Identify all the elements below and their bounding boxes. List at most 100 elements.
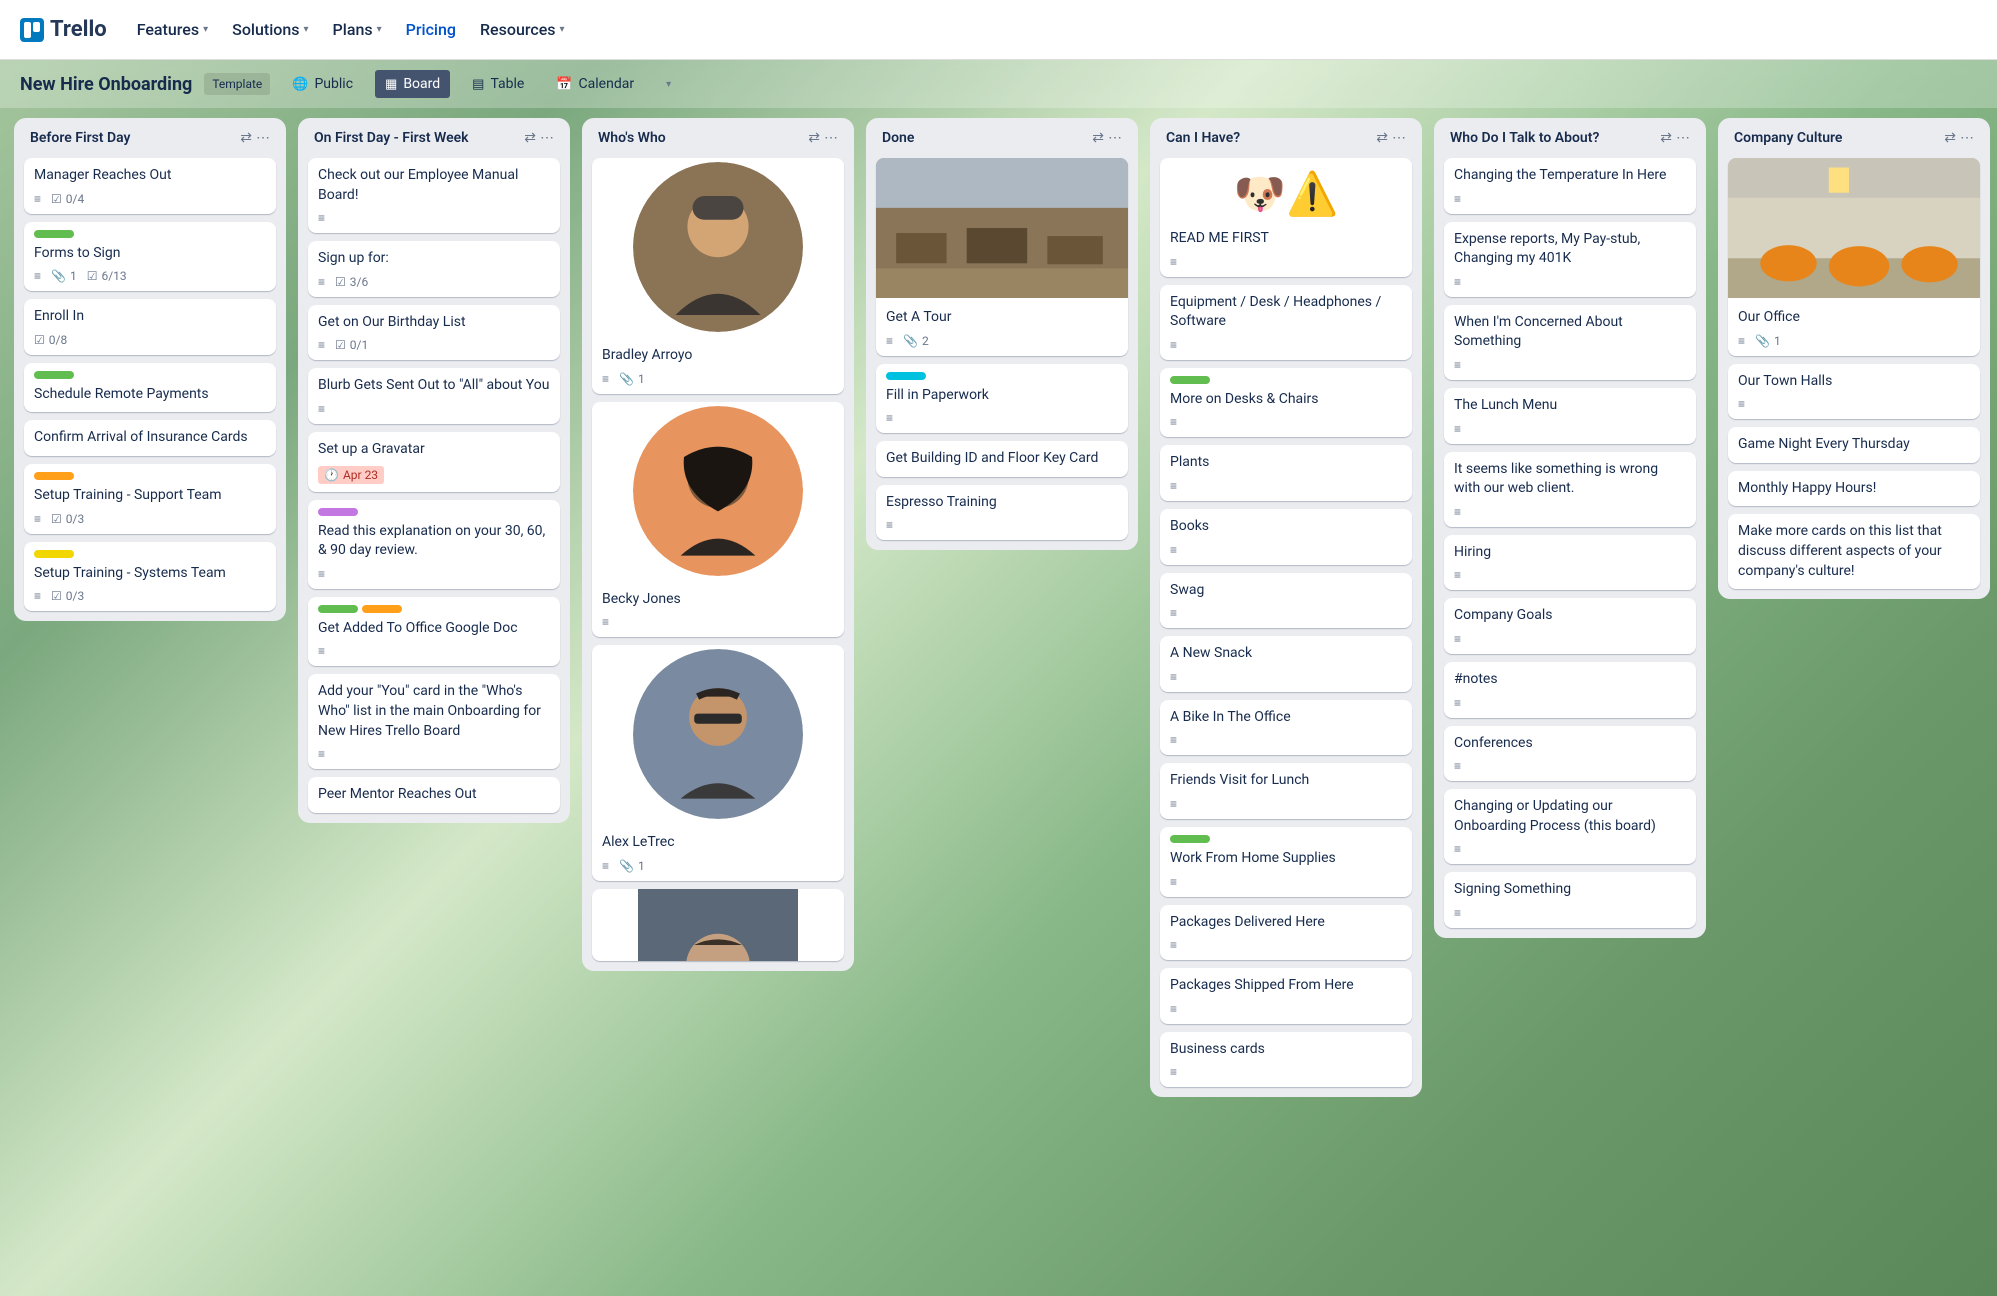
card[interactable]: It seems like something is wrong with ou… (1444, 452, 1696, 527)
label-green[interactable] (34, 371, 74, 379)
card[interactable]: Blurb Gets Sent Out to "All" about You ≡ (308, 368, 560, 424)
card[interactable]: Books ≡ (1160, 509, 1412, 565)
card[interactable]: #notes≡ (1444, 662, 1696, 718)
card-title: Expense reports, My Pay-stub, Changing m… (1454, 230, 1686, 269)
calendar-icon: 📅 (556, 77, 572, 92)
card[interactable]: Get Building ID and Floor Key Card (876, 441, 1128, 477)
card[interactable]: Swag ≡ (1160, 573, 1412, 629)
card[interactable]: Business cards ≡ (1160, 1032, 1412, 1088)
card[interactable]: Sign up for: ≡☑ 3/6 (308, 241, 560, 297)
list-actions[interactable]: ⇄⋯ (1944, 130, 1974, 146)
list-actions[interactable]: ⇄⋯ (524, 130, 554, 146)
card[interactable]: Plants ≡ (1160, 445, 1412, 501)
card[interactable]: Espresso Training ≡ (876, 485, 1128, 541)
description-icon: ≡ (1170, 479, 1177, 493)
card[interactable]: Make more cards on this list that discus… (1728, 514, 1980, 589)
card[interactable]: Packages Delivered Here ≡ (1160, 905, 1412, 961)
list-actions[interactable]: ⇄⋯ (808, 130, 838, 146)
card[interactable]: Get on Our Birthday List ≡☑ 0/1 (308, 305, 560, 361)
label-green[interactable] (34, 230, 74, 238)
card[interactable]: Read this explanation on your 30, 60, & … (308, 500, 560, 589)
board-title[interactable]: New Hire Onboarding (20, 74, 192, 95)
label-green[interactable] (1170, 376, 1210, 384)
card[interactable]: Manager Reaches Out ≡☑ 0/4 (24, 158, 276, 214)
list-actions[interactable]: ⇄⋯ (1092, 130, 1122, 146)
card[interactable]: Friends Visit for Lunch ≡ (1160, 763, 1412, 819)
list-actions[interactable]: ⇄⋯ (1660, 130, 1690, 146)
list-title[interactable]: Can I Have? (1166, 130, 1240, 146)
view-calendar-button[interactable]: 📅Calendar (546, 70, 644, 98)
card[interactable]: 🐶⚠️ READ ME FIRST ≡ (1160, 158, 1412, 277)
card-labels (34, 550, 266, 558)
list-title[interactable]: Done (882, 130, 914, 146)
card[interactable]: Forms to Sign ≡📎 1☑ 6/13 (24, 222, 276, 292)
label-orange[interactable] (34, 472, 74, 480)
card[interactable]: Bradley Arroyo ≡📎 1 (592, 158, 844, 394)
card[interactable]: Alex LeTrec ≡📎 1 (592, 645, 844, 881)
card[interactable]: When I'm Concerned About Something≡ (1444, 305, 1696, 380)
view-board-button[interactable]: ▦Board (375, 70, 450, 98)
logo[interactable]: Trello (20, 17, 107, 42)
list-title[interactable]: Who Do I Talk to About? (1450, 130, 1599, 146)
card[interactable]: Monthly Happy Hours! (1728, 471, 1980, 507)
label-green[interactable] (1170, 835, 1210, 843)
label-yellow[interactable] (34, 550, 74, 558)
card[interactable]: Get Added To Office Google Doc ≡ (308, 597, 560, 667)
visibility-button[interactable]: 🌐Public (282, 70, 363, 98)
card[interactable]: A New Snack ≡ (1160, 636, 1412, 692)
card[interactable]: Hiring≡ (1444, 535, 1696, 591)
card[interactable]: Setup Training - Systems Team ≡☑ 0/3 (24, 542, 276, 612)
description-icon: ≡ (1454, 759, 1461, 773)
card[interactable]: Changing or Updating our Onboarding Proc… (1444, 789, 1696, 864)
label-purple[interactable] (318, 508, 358, 516)
card-labels (318, 508, 550, 516)
card[interactable]: Confirm Arrival of Insurance Cards (24, 420, 276, 456)
nav-solutions[interactable]: Solutions▾ (232, 20, 308, 39)
card[interactable]: Packages Shipped From Here ≡ (1160, 968, 1412, 1024)
label-blue[interactable] (886, 372, 926, 380)
collapse-icon: ⇄ (1660, 130, 1672, 146)
card[interactable]: Game Night Every Thursday (1728, 427, 1980, 463)
card[interactable]: Our Office ≡📎 1 (1728, 158, 1980, 356)
list-title[interactable]: Company Culture (1734, 130, 1842, 146)
card[interactable]: Enroll In ☑ 0/8 (24, 299, 276, 355)
card[interactable]: Company Goals≡ (1444, 598, 1696, 654)
label-orange[interactable] (362, 605, 402, 613)
nav-features[interactable]: Features▾ (137, 20, 208, 39)
card[interactable]: Our Town Halls ≡ (1728, 364, 1980, 420)
card[interactable]: Schedule Remote Payments (24, 363, 276, 413)
card[interactable]: A Bike In The Office ≡ (1160, 700, 1412, 756)
card[interactable]: Work From Home Supplies ≡ (1160, 827, 1412, 897)
card[interactable]: Conferences≡ (1444, 726, 1696, 782)
card[interactable] (592, 889, 844, 961)
card-badges: ≡ (318, 747, 550, 761)
list-actions[interactable]: ⇄⋯ (240, 130, 270, 146)
card[interactable]: Setup Training - Support Team ≡☑ 0/3 (24, 464, 276, 534)
card[interactable]: Set up a Gravatar 🕐Apr 23 (308, 432, 560, 492)
card[interactable]: More on Desks & Chairs ≡ (1160, 368, 1412, 438)
list-title[interactable]: Before First Day (30, 130, 130, 146)
card[interactable]: Becky Jones ≡ (592, 402, 844, 638)
list-actions[interactable]: ⇄⋯ (1376, 130, 1406, 146)
list-title[interactable]: On First Day - First Week (314, 130, 469, 146)
nav-resources[interactable]: Resources▾ (480, 20, 565, 39)
attachment-badge: 📎 2 (903, 334, 929, 348)
label-green[interactable] (318, 605, 358, 613)
nav-pricing[interactable]: Pricing (406, 20, 456, 39)
view-table-button[interactable]: ▤Table (462, 70, 534, 98)
card[interactable]: Fill in Paperwork ≡ (876, 364, 1128, 434)
card[interactable]: Expense reports, My Pay-stub, Changing m… (1444, 222, 1696, 297)
card[interactable]: Peer Mentor Reaches Out (308, 777, 560, 813)
card[interactable]: The Lunch Menu≡ (1444, 388, 1696, 444)
nav-plans[interactable]: Plans▾ (333, 20, 382, 39)
template-badge[interactable]: Template (204, 73, 270, 95)
card-title: Changing or Updating our Onboarding Proc… (1454, 797, 1686, 836)
card[interactable]: Changing the Temperature In Here≡ (1444, 158, 1696, 214)
card[interactable]: Add your "You" card in the "Who's Who" l… (308, 674, 560, 769)
card[interactable]: Equipment / Desk / Headphones / Software… (1160, 285, 1412, 360)
card[interactable]: Get A Tour ≡📎 2 (876, 158, 1128, 356)
card[interactable]: Check out our Employee Manual Board! ≡ (308, 158, 560, 233)
card[interactable]: Signing Something≡ (1444, 872, 1696, 928)
list-title[interactable]: Who's Who (598, 130, 666, 146)
more-views-button[interactable]: ▾ (656, 73, 681, 96)
